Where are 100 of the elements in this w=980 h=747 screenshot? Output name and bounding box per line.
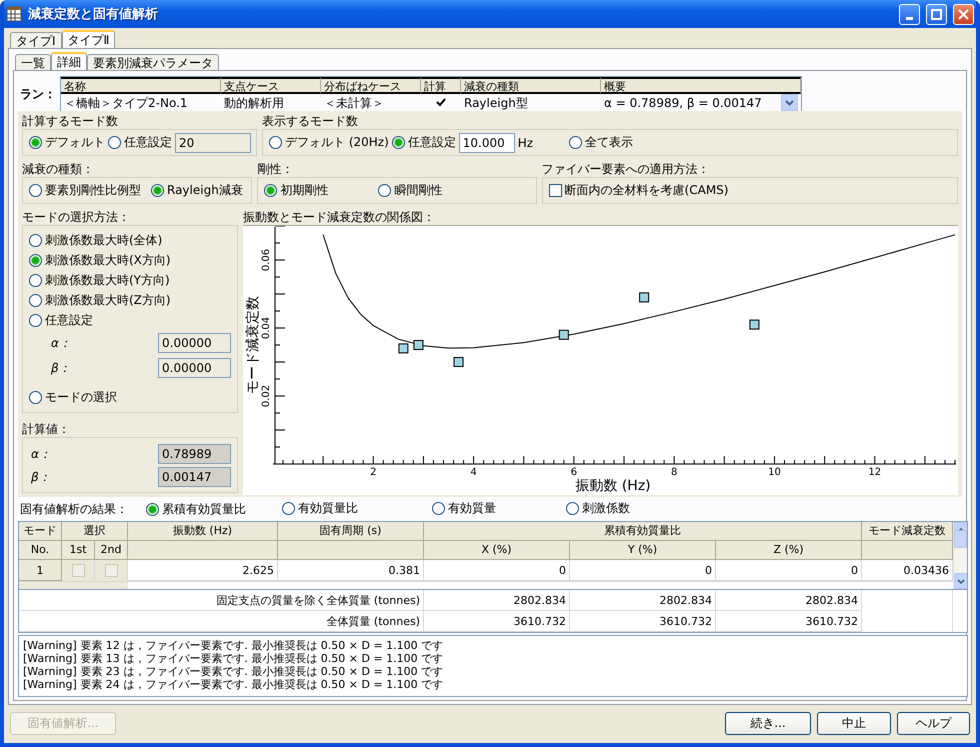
tab[interactable]: 要素別減衰パラメータ <box>87 54 219 70</box>
tab[interactable]: タイプⅡ <box>62 30 116 48</box>
column-header: 1st <box>62 541 95 560</box>
tab[interactable]: 一覧 <box>15 54 51 70</box>
log-line: [Warning] 要素 13 は，ファイバー要素です. 最小推奨長は 0.50 × D = 1.100 です <box>23 652 444 665</box>
column-header: 固有周期 (s) <box>278 522 424 541</box>
tick-label: 2 <box>370 467 376 478</box>
maximize-button[interactable] <box>926 4 947 24</box>
radio-button[interactable]: 要素別剛性比例型 <box>29 182 141 200</box>
section-title: 減衰の種類： <box>22 162 95 177</box>
table-cell: 0.03436 <box>862 560 953 581</box>
number-field[interactable]: 0.00000 <box>158 333 231 354</box>
tick-label: 10 <box>768 467 781 478</box>
radio-button[interactable]: 瞬間剛性 <box>378 182 442 200</box>
tick-label: 0.02 <box>261 384 272 408</box>
dialog-button[interactable]: ヘルプ <box>897 712 970 734</box>
checkbox[interactable] <box>104 564 118 577</box>
radio-button[interactable]: 全て表示 <box>569 134 634 152</box>
tick-label: 12 <box>868 467 882 478</box>
table-cell: 3610.732 <box>570 611 716 632</box>
number-field[interactable]: 10.000 <box>458 132 515 152</box>
data-point <box>454 357 464 367</box>
minimize-button[interactable] <box>899 4 920 24</box>
scrollbar[interactable] <box>953 522 967 589</box>
radio-button[interactable]: モードの選択 <box>29 389 231 406</box>
section-title: ファイバー要素への適用方法： <box>542 162 711 177</box>
tab[interactable]: 詳細 <box>51 52 87 70</box>
radio-button[interactable]: 刺激係数最大時(Y方向) <box>29 272 231 289</box>
parameter-label: β： <box>31 468 51 486</box>
tick-label: 6 <box>570 467 578 478</box>
row-header: 1 <box>19 560 62 581</box>
column-header: モード減衰定数 <box>862 522 953 541</box>
section-title: 固有値解析の結果： <box>20 500 128 518</box>
radio-button[interactable]: 任意設定 <box>29 312 231 329</box>
section-title: 計算するモード数 <box>22 114 119 129</box>
radio-button[interactable]: 刺激係数最大時(X方向) <box>29 252 231 269</box>
number-field[interactable]: 0.78989 <box>158 444 231 464</box>
column-header: 支点ケース <box>221 76 321 94</box>
axis-title: モード減衰定数 <box>245 296 261 394</box>
dialog-button[interactable]: 続き... <box>725 712 811 734</box>
parameter-label: β： <box>51 360 71 377</box>
chevron-down-icon <box>957 578 965 584</box>
axis-title: 振動数 (Hz) <box>575 478 651 494</box>
minimize-icon <box>906 16 913 20</box>
parameter-label: α： <box>51 334 71 352</box>
total-label: 固定支点の質量を除く全体質量 (tonnes) <box>19 590 424 611</box>
section-title: 計算値： <box>22 422 71 437</box>
radio-button[interactable]: 初期剛性 <box>264 182 328 200</box>
close-button[interactable] <box>953 4 974 24</box>
section-title: 剛性： <box>257 162 294 177</box>
number-field[interactable]: 20 <box>175 132 251 152</box>
column-header: 選択 <box>62 522 128 541</box>
data-point <box>749 320 760 330</box>
column-header: 振動数 (Hz) <box>128 522 278 541</box>
number-field[interactable]: 0.00000 <box>158 358 231 378</box>
radio-button[interactable]: 刺激係数最大時(Z方向) <box>29 292 231 309</box>
log-line: [Warning] 要素 23 は，ファイバー要素です. 最小推奨長は 0.50 × D = 1.100 です <box>23 665 444 678</box>
data-point <box>558 330 569 340</box>
run-label: ラン： <box>19 86 56 102</box>
table-cell: 0 <box>716 560 862 581</box>
column-header: 計算 <box>421 76 461 94</box>
section-title: モードの選択方法： <box>22 210 131 225</box>
column-header: 累積有効質量比 <box>424 522 862 541</box>
dropdown-button[interactable] <box>781 94 798 111</box>
radio-button[interactable]: Rayleigh減衰 <box>151 182 243 200</box>
log-line: [Warning] 要素 24 は，ファイバー要素です. 最小推奨長は 0.50 × D = 1.100 です <box>23 678 444 691</box>
number-field[interactable]: 0.00147 <box>158 467 231 487</box>
radio-button[interactable]: 刺激係数 <box>566 500 630 518</box>
table-cell: 2802.834 <box>424 590 570 611</box>
table-cell: 2802.834 <box>570 590 716 611</box>
radio-button[interactable]: デフォルト <box>29 134 105 152</box>
table-cell: 3610.732 <box>424 611 570 632</box>
radio-button[interactable]: 任意設定 <box>108 134 172 152</box>
radio-button[interactable]: 刺激係数最大時(全体) <box>29 232 231 249</box>
table-cell-text: α = 0.78989, β = 0.00147 <box>604 94 762 112</box>
radio-button[interactable]: 有効質量 <box>432 500 496 518</box>
total-label: 全体質量 (tonnes) <box>19 611 424 632</box>
radio-button[interactable]: デフォルト (20Hz) <box>269 134 389 152</box>
chevron-down-icon <box>785 100 794 106</box>
column-header: Z (%) <box>716 541 862 560</box>
radio-button[interactable]: 累積有効質量比 <box>146 500 246 518</box>
column-header: X (%) <box>424 541 570 560</box>
table-cell: 2802.834 <box>716 590 862 611</box>
table-cell-text: ＜橋軸＞タイプ2-No.1 <box>63 94 189 112</box>
checkbox[interactable] <box>72 564 84 577</box>
unit-label: Hz <box>518 136 534 150</box>
table-cell-text: ＜未計算＞ <box>323 94 385 112</box>
table-cell: 0.381 <box>278 560 424 581</box>
radio-button[interactable]: 任意設定 <box>392 134 456 152</box>
column-header: 減衰の種類 <box>461 76 601 94</box>
tab[interactable]: タイプⅠ <box>10 32 62 48</box>
table-cell: 0 <box>424 560 570 581</box>
column-header: 概要 <box>601 76 801 94</box>
radio-button[interactable]: 有効質量比 <box>282 500 358 518</box>
tick-label: 8 <box>670 467 678 478</box>
table-cell: 0 <box>570 560 716 581</box>
parameter-label: α： <box>31 446 51 462</box>
table-cell-text: Rayleigh型 <box>463 94 529 112</box>
tick-label: 4 <box>470 467 477 478</box>
dialog-button[interactable]: 中止 <box>817 712 891 734</box>
